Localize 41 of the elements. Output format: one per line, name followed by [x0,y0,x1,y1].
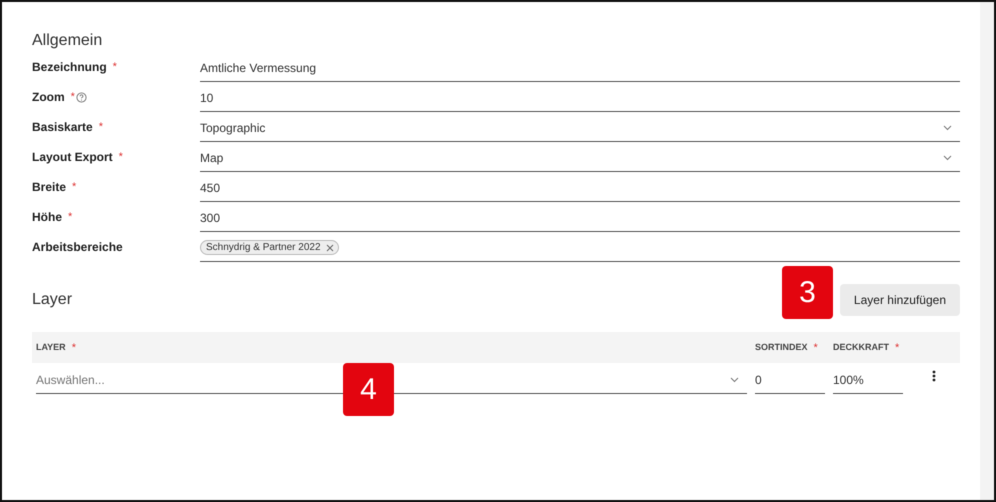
column-header: DECKKRAFT [833,342,889,354]
caret-icon [943,124,952,130]
required-asterisk: * [112,61,117,73]
required-asterisk: * [814,342,818,354]
callout-number: 4 [343,363,394,416]
required-asterisk: * [98,121,103,133]
text-field[interactable]: 450 [200,178,960,202]
section-title: Allgemein [32,31,104,51]
callout-number: 3 [782,266,833,319]
text-field[interactable]: Amtliche Vermessung [200,58,960,82]
section-title: Layer [32,290,72,310]
required-asterisk: * [118,151,123,163]
required-asterisk: * [895,342,900,354]
help-icon[interactable] [76,92,87,102]
chips-field[interactable]: Schnydrig & Partner 2022 [200,238,960,262]
opacity-field[interactable]: 100% [833,370,903,394]
workspace-chip[interactable]: Schnydrig & Partner 2022 [200,240,339,255]
field-label: Bezeichnung [32,60,107,74]
scrollbar[interactable] [980,2,994,500]
field-label: Höhe [32,210,62,224]
add-layer-button[interactable]: Layer hinzufügen [840,284,960,316]
field-label: Arbeitsbereiche [32,240,123,254]
caret-icon [730,376,739,382]
more-icon[interactable] [932,370,936,382]
close-icon[interactable] [326,244,334,252]
text-field[interactable]: 10 [200,88,960,112]
select-field[interactable]: Topographic [200,118,960,142]
required-asterisk: * [70,91,75,103]
caret-icon [943,154,952,160]
column-header: SORTINDEX [755,342,808,354]
required-asterisk: * [72,342,76,354]
required-asterisk: * [72,181,76,193]
select-field[interactable]: Map [200,148,960,172]
text-field[interactable]: 300 [200,208,960,232]
column-header: LAYER [36,342,66,354]
required-asterisk: * [68,211,72,223]
sortindex-field[interactable]: 0 [755,370,825,394]
field-label: Zoom [32,90,65,104]
field-label: Layout Export [32,150,113,164]
field-label: Basiskarte [32,120,93,134]
field-label: Breite [32,180,66,194]
